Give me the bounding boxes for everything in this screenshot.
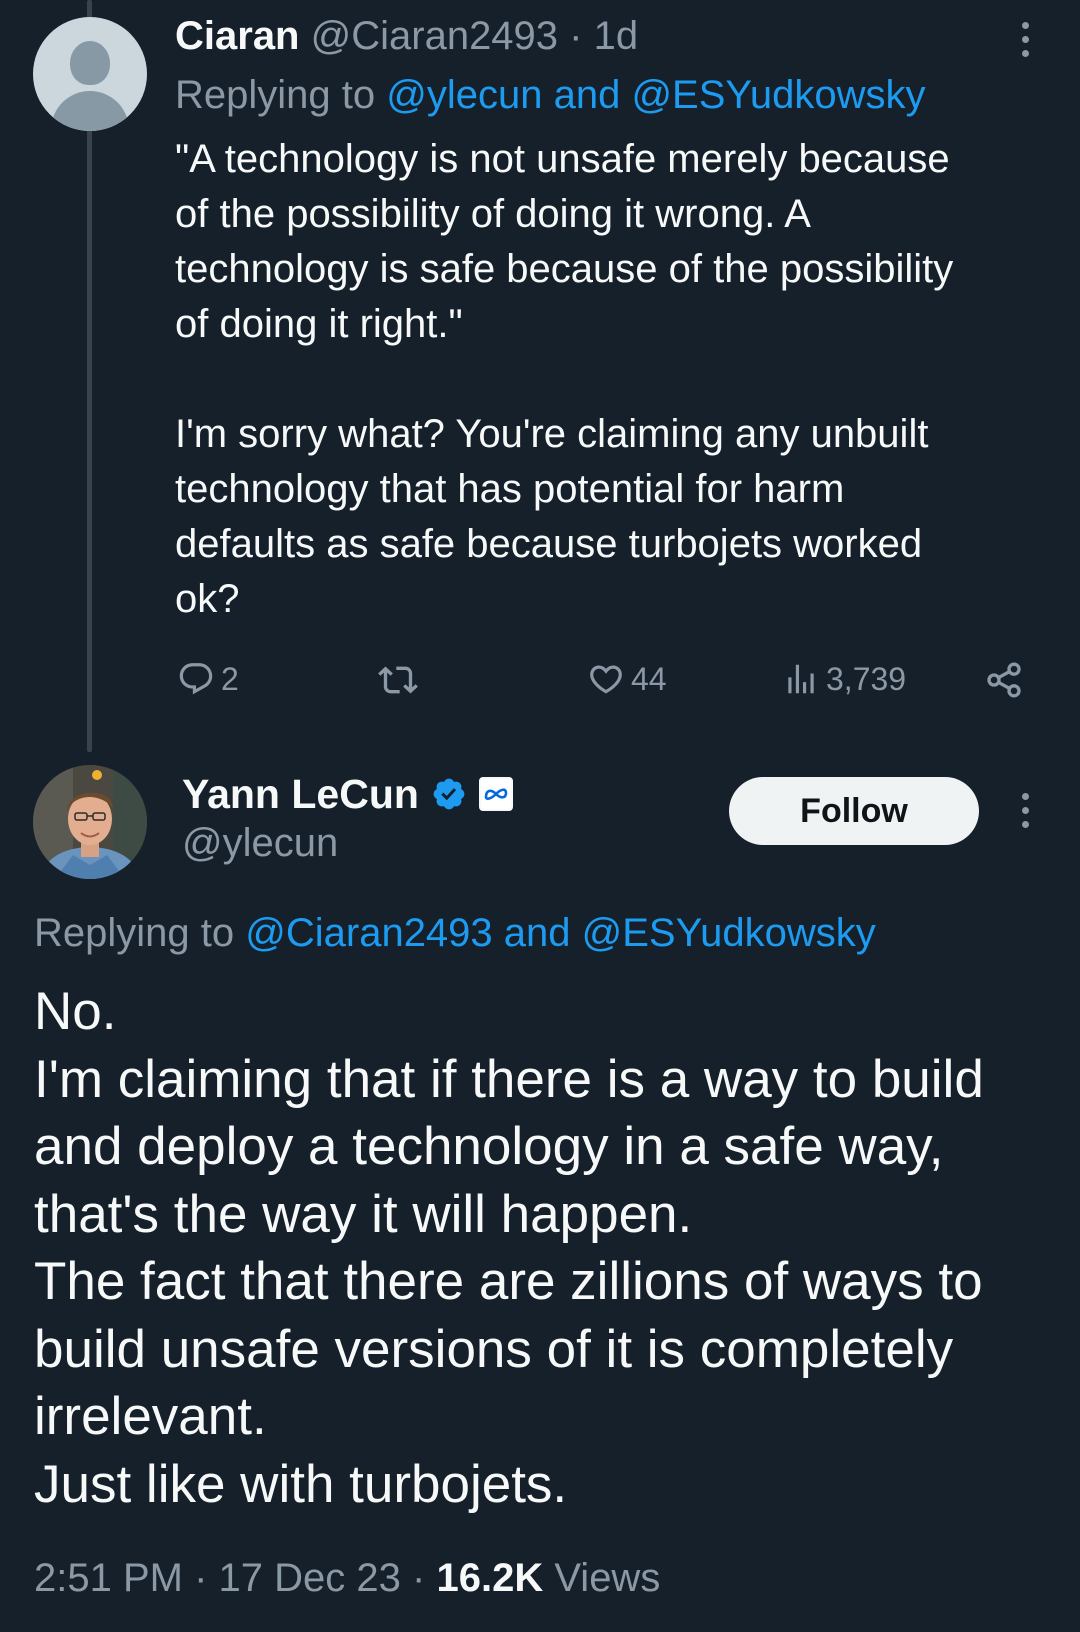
reply-count: 2 — [221, 660, 239, 697]
tweet-text-line: build unsafe versions of it is completel… — [34, 1319, 954, 1379]
share-icon — [984, 660, 1024, 700]
tweet-text-line: and deploy a technology in a safe way, — [34, 1117, 944, 1176]
tweet-text-line: The fact that there are zillions of ways… — [34, 1252, 983, 1311]
tweet-text-line: of doing it right." — [175, 302, 463, 346]
tweet-timestamp-row: 2:51 PM · 17 Dec 23 · 16.2K Views — [34, 1553, 660, 1603]
tweet-text-line: ok? — [175, 577, 240, 621]
author-name[interactable]: Ciaran — [175, 14, 300, 58]
tweet-time[interactable]: 2:51 PM — [34, 1556, 183, 1600]
views-bar-icon — [782, 660, 820, 698]
tweet-text-line: I'm sorry what? You're claiming any unbu… — [175, 412, 929, 456]
tweet-text-line: of the possibility of doing it wrong. A — [175, 192, 811, 236]
follow-button[interactable]: Follow — [729, 777, 979, 845]
avatar-yann-lecun[interactable] — [33, 765, 147, 879]
reply-tweet-text: "A technology is not unsafe merely becau… — [175, 132, 1035, 627]
tweet-text-line: irrelevant. — [34, 1387, 267, 1446]
author-handle[interactable]: @ylecun — [182, 818, 338, 868]
separator-dot: · — [412, 1556, 426, 1600]
avatar-ciaran[interactable] — [33, 17, 147, 131]
replying-to-line: Replying to @ylecun and @ESYudkowsky — [175, 70, 926, 120]
replying-to-line: Replying to @Ciaran2493 and @ESYudkowsky — [34, 907, 876, 959]
tweet-text-line: that's the way it will happen. — [34, 1184, 693, 1244]
retweet-action[interactable] — [378, 660, 424, 700]
tweet-text-line: technology that has potential for harm — [175, 467, 845, 511]
more-kebab-icon[interactable] — [1018, 22, 1032, 57]
separator-dot: · — [569, 14, 583, 58]
verified-badge-icon[interactable] — [431, 776, 467, 812]
like-count: 44 — [631, 660, 667, 697]
default-avatar-head — [70, 41, 110, 85]
author-name[interactable]: Yann LeCun — [182, 770, 419, 818]
reply-icon — [177, 660, 215, 698]
separator-dot: · — [194, 1556, 208, 1600]
replying-to-mentions[interactable]: @Ciaran2493 and @ESYudkowsky — [245, 911, 875, 955]
tweet-time-ago[interactable]: 1d — [594, 14, 639, 58]
like-action[interactable]: 44 — [587, 660, 667, 698]
default-avatar-body — [51, 91, 129, 131]
heart-icon — [587, 660, 625, 698]
replying-to-prefix: Replying to — [175, 73, 376, 117]
views-action[interactable]: 3,739 — [782, 660, 906, 698]
tweet-text-line — [175, 352, 1035, 407]
reply-action[interactable]: 2 — [177, 660, 239, 698]
views-count: 16.2K — [436, 1556, 544, 1600]
tweet-text-line: "A technology is not unsafe merely becau… — [175, 137, 950, 181]
tweet-text-line: technology is safe because of the possib… — [175, 247, 954, 291]
meta-logo-icon[interactable] — [478, 777, 513, 811]
views-count: 3,739 — [826, 660, 907, 697]
tweet-text-line: defaults as safe because turbojets worke… — [175, 522, 923, 566]
reply-tweet-header: Ciaran @Ciaran2493 · 1d — [175, 12, 638, 60]
tweet-text-line: Just like with turbojets. — [34, 1454, 568, 1514]
replying-to-mentions[interactable]: @ylecun and @ESYudkowsky — [386, 73, 925, 117]
main-tweet-name-row: Yann LeCun — [182, 770, 513, 818]
replying-to-prefix: Replying to — [34, 911, 235, 955]
tweet-text-line: I'm claiming that if there is a way to b… — [34, 1049, 984, 1109]
retweet-icon — [378, 660, 418, 700]
main-tweet-text: No. I'm claiming that if there is a way … — [34, 978, 1054, 1518]
tweet-date[interactable]: 17 Dec 23 — [219, 1556, 401, 1600]
share-action[interactable] — [984, 660, 1024, 700]
more-kebab-icon[interactable] — [1018, 793, 1032, 828]
tweet-text-line: No. — [34, 982, 117, 1041]
author-handle[interactable]: @Ciaran2493 — [311, 14, 558, 58]
views-label: Views — [554, 1556, 661, 1600]
